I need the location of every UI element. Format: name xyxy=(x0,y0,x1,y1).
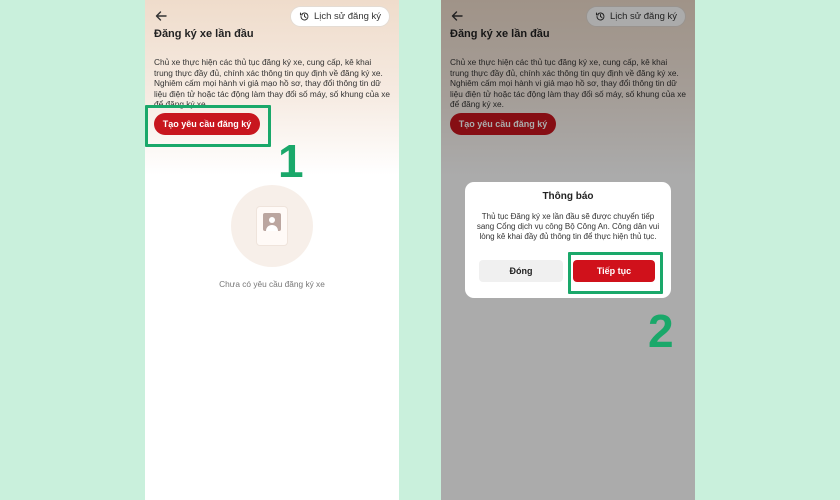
history-button-label: Lịch sử đăng ký xyxy=(313,11,382,22)
document-user-icon xyxy=(257,207,287,245)
empty-state-text: Chưa có yêu cầu đăng ký xe xyxy=(219,279,325,289)
empty-state-illustration xyxy=(231,185,313,267)
dialog-title: Thông báo xyxy=(542,191,594,202)
back-arrow-icon[interactable] xyxy=(154,9,168,23)
highlight-box-step-1 xyxy=(145,105,271,147)
step-number-1: 1 xyxy=(278,135,304,187)
history-button[interactable]: Lịch sử đăng ký xyxy=(290,6,390,27)
close-button[interactable]: Đóng xyxy=(479,260,563,282)
phone-screen-right: Lịch sử đăng ký Đăng ký xe lần đầu Chủ x… xyxy=(441,0,695,500)
step-number-2: 2 xyxy=(648,305,674,357)
highlight-box-step-2 xyxy=(568,252,663,294)
phone-screen-left: Lịch sử đăng ký Đăng ký xe lần đầu Chủ x… xyxy=(145,0,399,500)
page-title: Đăng ký xe lần đầu xyxy=(154,28,254,40)
clock-history-icon xyxy=(299,12,309,21)
dialog-message: Thủ tục Đăng ký xe lần đầu sẽ được chuyể… xyxy=(476,212,660,241)
page-description: Chủ xe thực hiện các thủ tục đăng ký xe,… xyxy=(154,57,391,110)
